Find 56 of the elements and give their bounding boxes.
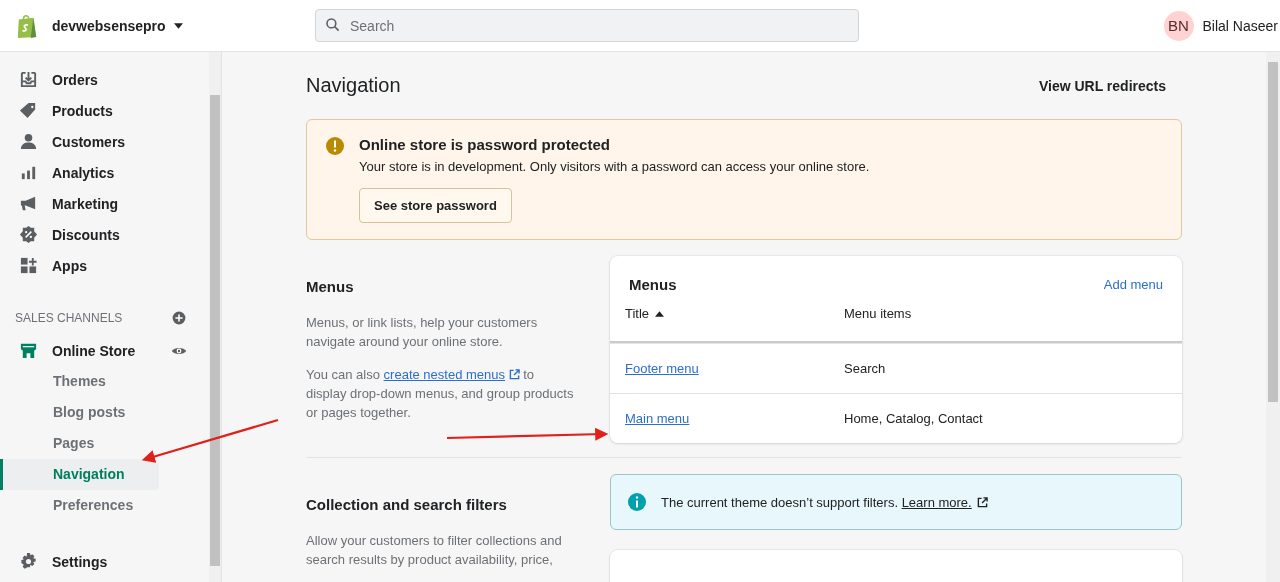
nav-item[interactable]: Orders bbox=[0, 64, 210, 95]
info-text: The current theme doesn’t support filters. Learn more. bbox=[661, 494, 972, 510]
sub-nav-item[interactable]: Themes bbox=[0, 366, 160, 397]
see-password-button[interactable]: See store password bbox=[359, 188, 512, 223]
settings-icon bbox=[19, 552, 38, 571]
card-title: Menus bbox=[629, 276, 677, 293]
section-description: You can also create nested menus to display drop-down menus, and group products or pages together. bbox=[306, 366, 575, 422]
nested-menus-link[interactable]: create nested menus bbox=[383, 367, 505, 382]
storefront-icon bbox=[19, 341, 38, 360]
nav-item[interactable]: Products bbox=[0, 95, 210, 126]
view-redirects-button[interactable]: View URL redirects bbox=[1032, 76, 1172, 95]
info-icon bbox=[627, 492, 647, 512]
user-avatar[interactable]: BN bbox=[1163, 10, 1194, 41]
page-title: Navigation bbox=[306, 74, 401, 97]
scrollbar[interactable] bbox=[209, 52, 221, 582]
sub-nav-item[interactable]: Navigation bbox=[0, 459, 160, 490]
user-name[interactable]: Bilal Naseer bbox=[1202, 17, 1278, 34]
section-description: Menus, or link lists, help your customers navigate around your online store. bbox=[306, 314, 539, 351]
apps-icon bbox=[19, 256, 38, 275]
scrollbar[interactable] bbox=[1266, 52, 1280, 582]
section-title: SALES CHANNELS bbox=[15, 311, 123, 325]
nav-item[interactable]: Apps bbox=[0, 250, 210, 281]
add-icon[interactable] bbox=[171, 310, 188, 326]
tag-icon bbox=[19, 101, 38, 120]
learn-more-link[interactable]: Learn more. bbox=[901, 494, 972, 510]
caret-icon bbox=[173, 22, 183, 29]
inbox-icon bbox=[19, 70, 38, 89]
nav-item[interactable]: Online Store bbox=[52, 342, 158, 359]
add-menu-link[interactable]: Add menu bbox=[1103, 277, 1163, 292]
person-icon bbox=[19, 132, 38, 151]
sub-nav-item[interactable]: Preferences bbox=[0, 490, 160, 521]
section-heading: Collection and search filters bbox=[306, 496, 508, 513]
menu-link[interactable]: Footer menu bbox=[625, 361, 699, 376]
warning-icon bbox=[325, 136, 345, 156]
nav-item[interactable]: Analytics bbox=[0, 157, 210, 188]
nav-item[interactable]: Settings bbox=[0, 546, 210, 577]
search-field[interactable]: Search bbox=[315, 9, 859, 42]
section-heading: Menus bbox=[306, 278, 355, 295]
menu-link[interactable]: Main menu bbox=[625, 411, 690, 426]
table-cell: Search bbox=[844, 361, 886, 376]
section-description: Allow your customers to filter collections and search results by product availability, price, bbox=[306, 532, 563, 569]
column-header[interactable]: Title bbox=[625, 306, 844, 321]
external-link-icon[interactable] bbox=[976, 496, 988, 508]
sub-nav-item[interactable]: Pages bbox=[0, 428, 160, 459]
megaphone-icon bbox=[19, 194, 38, 213]
discount-icon bbox=[19, 225, 38, 244]
sub-nav-item[interactable]: Blog posts bbox=[0, 397, 160, 428]
shopping-bag-icon bbox=[16, 12, 38, 39]
nav-item[interactable]: Marketing bbox=[0, 188, 210, 219]
table-cell: Home, Catalog, Contact bbox=[844, 411, 983, 426]
banner-text: Your store is in development. Only visitors with a password can access your online store. bbox=[359, 159, 870, 174]
store-switcher[interactable]: devwebsensepro bbox=[48, 13, 187, 38]
banner-title: Online store is password protected bbox=[359, 136, 611, 153]
nav-item[interactable]: Discounts bbox=[0, 219, 210, 250]
nav-item[interactable]: Customers bbox=[0, 126, 210, 157]
column-header[interactable]: Menu items bbox=[844, 306, 912, 321]
